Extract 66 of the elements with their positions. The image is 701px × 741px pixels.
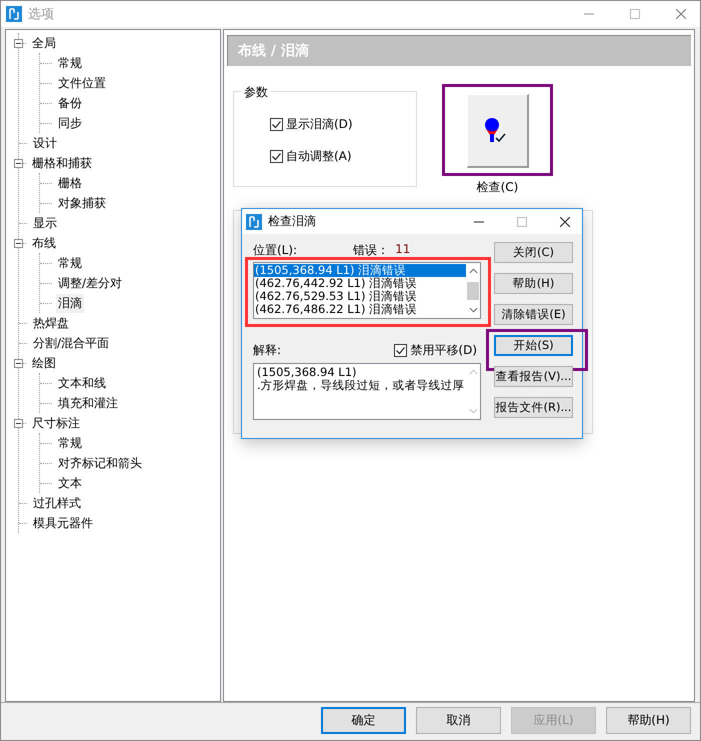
dialog-button[interactable]: 关闭(C) [494,242,573,263]
scroll-down-icon[interactable] [468,307,478,313]
error-row[interactable]: (462.76,486.22 L1) 泪滴错误 [254,303,466,316]
page-header: 布线 / 泪滴 [227,35,691,66]
checkbox-option[interactable]: 自动调整(A) [270,148,416,165]
tree-item[interactable]: 同步 [56,114,84,132]
checkbox[interactable] [270,150,283,163]
check-label: 检查(C) [476,179,518,196]
explanation-text: .方形焊盘，导线段过短，或者导线过厚 [257,379,466,392]
error-row[interactable]: (462.76,529.53 L1) 泪滴错误 [254,290,466,303]
tree-item[interactable]: 填充和灌注 [56,394,120,412]
tree-item[interactable]: 文件位置 [56,74,108,92]
dialog-button[interactable]: 确定 [321,707,406,734]
checkbox-option[interactable]: 显示泪滴(D) [270,116,416,133]
dialog-button[interactable]: 查看报告(V)... [494,366,573,387]
collapse-icon[interactable] [14,158,23,168]
group-title: 参数 [241,84,271,101]
tree-item[interactable]: 常规 [56,54,84,72]
app-icon [246,214,262,230]
checkbox[interactable] [394,344,408,357]
collapse-icon[interactable] [14,358,23,368]
tree-item[interactable]: 模具元器件 [31,514,95,532]
dialog-button[interactable]: 取消 [416,707,501,734]
tree-item[interactable]: 布线 [30,234,58,252]
tree-item[interactable]: 文本 [56,474,84,492]
explanation-label: 解释: [253,342,282,359]
dialog-button[interactable]: 开始(S) [494,335,573,356]
tree-item[interactable]: 对象捕获 [56,194,108,212]
app-icon [6,6,22,22]
explanation-text: (1505,368.94 L1) [257,366,358,379]
dialog-button[interactable]: 清除错误(E) [494,304,573,325]
tree-item[interactable]: 泪滴 [56,294,84,312]
errors-count: 11 [395,242,410,257]
collapse-icon[interactable] [14,38,23,48]
checkbox[interactable] [270,118,283,131]
tree-item[interactable]: 热焊盘 [31,314,71,332]
collapse-icon[interactable] [14,418,23,428]
tree-item[interactable]: 全局 [30,34,58,52]
dialog-button[interactable]: 帮助(H) [494,273,573,294]
tree-item[interactable]: 常规 [56,254,84,272]
tree-item[interactable]: 对齐标记和箭头 [56,454,144,472]
tree-item[interactable]: 常规 [56,434,84,452]
dialog-button[interactable]: 帮助(H) [606,707,691,734]
tree-item[interactable]: 调整/差分对 [56,274,124,292]
error-row[interactable]: (1505,368.94 L1) 泪滴错误 [254,264,466,277]
tree-item[interactable]: 文本和线 [56,374,108,392]
tree-item[interactable]: 尺寸标注 [30,414,82,432]
check-button[interactable] [466,94,528,168]
error-row[interactable]: (462.76,442.92 L1) 泪滴错误 [254,277,466,290]
tree-item[interactable]: 分割/混合平面 [31,334,112,352]
tree-item[interactable]: 栅格 [56,174,84,192]
tree-item[interactable]: 备份 [56,94,84,112]
errors-label: 错误： [353,242,390,257]
close-icon[interactable] [560,216,570,226]
tree-item[interactable]: 绘图 [30,354,58,372]
dialog-button[interactable]: 报告文件(R)... [494,397,573,418]
scroll-up-icon[interactable] [468,268,478,274]
tree-item[interactable]: 显示 [31,214,59,232]
tree-item[interactable]: 过孔样式 [31,494,83,512]
checkbox-option[interactable]: 禁用平移(D) [394,342,477,359]
tree-item[interactable]: 栅格和捕获 [30,154,94,172]
dialog-title: 检查泪滴 [268,213,316,230]
position-label: 位置(L): [253,242,298,257]
collapse-icon[interactable] [14,238,23,248]
tree-item[interactable]: 设计 [31,134,59,152]
window-title: 选项 [28,6,54,23]
